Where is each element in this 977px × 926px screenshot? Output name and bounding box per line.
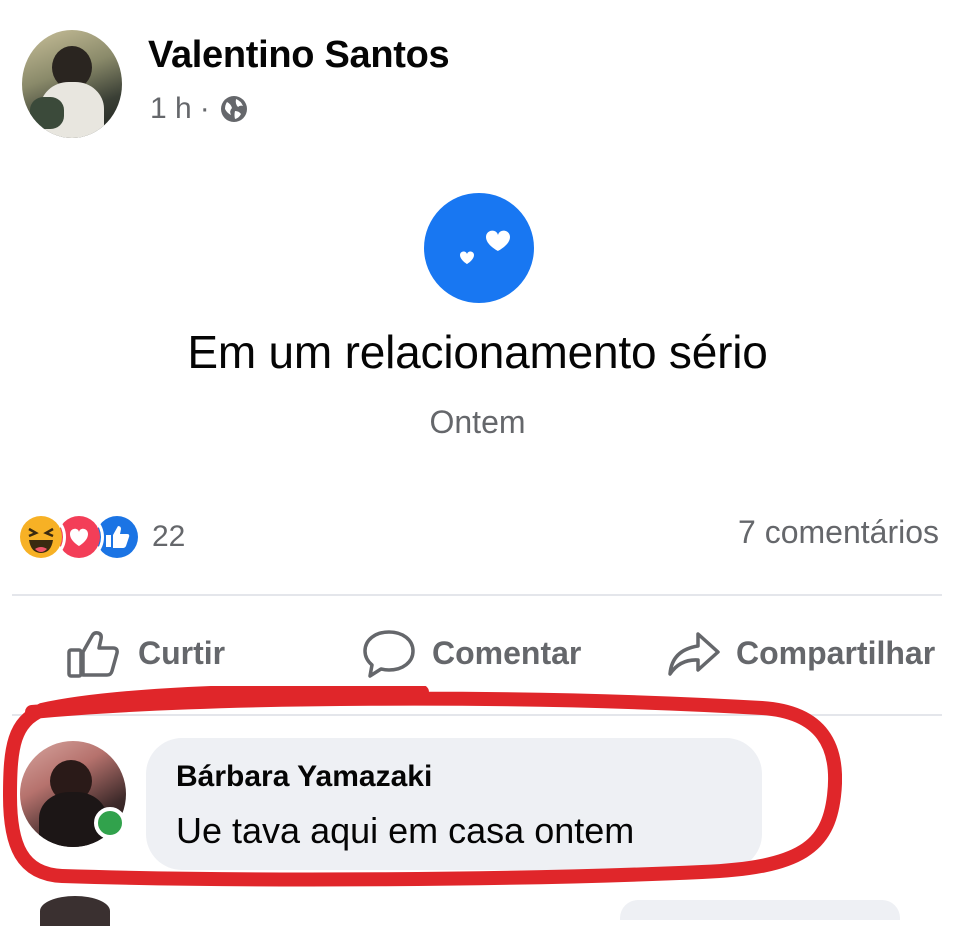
- poster-name[interactable]: Valentino Santos: [148, 34, 450, 77]
- haha-icon: [16, 512, 66, 562]
- reactions-summary[interactable]: 22: [16, 512, 185, 562]
- share-label: Compartilhar: [736, 634, 936, 671]
- thumbs-up-icon: [67, 631, 119, 678]
- meta-separator: ·: [199, 92, 210, 125]
- poster-avatar[interactable]: [22, 30, 122, 138]
- hearts-icon: [424, 193, 534, 303]
- comment-author[interactable]: Bárbara Yamazaki: [176, 760, 432, 794]
- commenter-avatar[interactable]: [20, 741, 126, 847]
- next-comment-bubble[interactable]: [620, 900, 900, 920]
- post-time[interactable]: 1 h: [150, 92, 192, 126]
- divider: [12, 714, 942, 716]
- speech-bubble-icon: [363, 630, 415, 678]
- post-meta: 1 h ·: [150, 92, 250, 126]
- divider: [12, 594, 942, 596]
- comment-text: Ue tava aqui em casa ontem: [176, 810, 635, 851]
- comment-bubble[interactable]: Bárbara Yamazaki Ue tava aqui em casa on…: [146, 738, 762, 870]
- globe-icon: [220, 96, 247, 122]
- like-label: Curtir: [138, 634, 226, 671]
- next-commenter-avatar[interactable]: [40, 896, 110, 926]
- online-status-dot: [94, 807, 126, 839]
- comment-button[interactable]: Comentar: [360, 626, 581, 680]
- comment-label: Comentar: [432, 634, 582, 671]
- share-arrow-icon: [668, 632, 720, 676]
- life-event-title: Em um relacionamento sério: [187, 326, 768, 378]
- share-button[interactable]: Compartilhar: [664, 626, 935, 680]
- comments-count[interactable]: 7 comentários: [738, 514, 939, 551]
- life-event-date: Ontem: [429, 404, 526, 440]
- like-button[interactable]: Curtir: [66, 626, 225, 680]
- reaction-count: 22: [152, 520, 186, 553]
